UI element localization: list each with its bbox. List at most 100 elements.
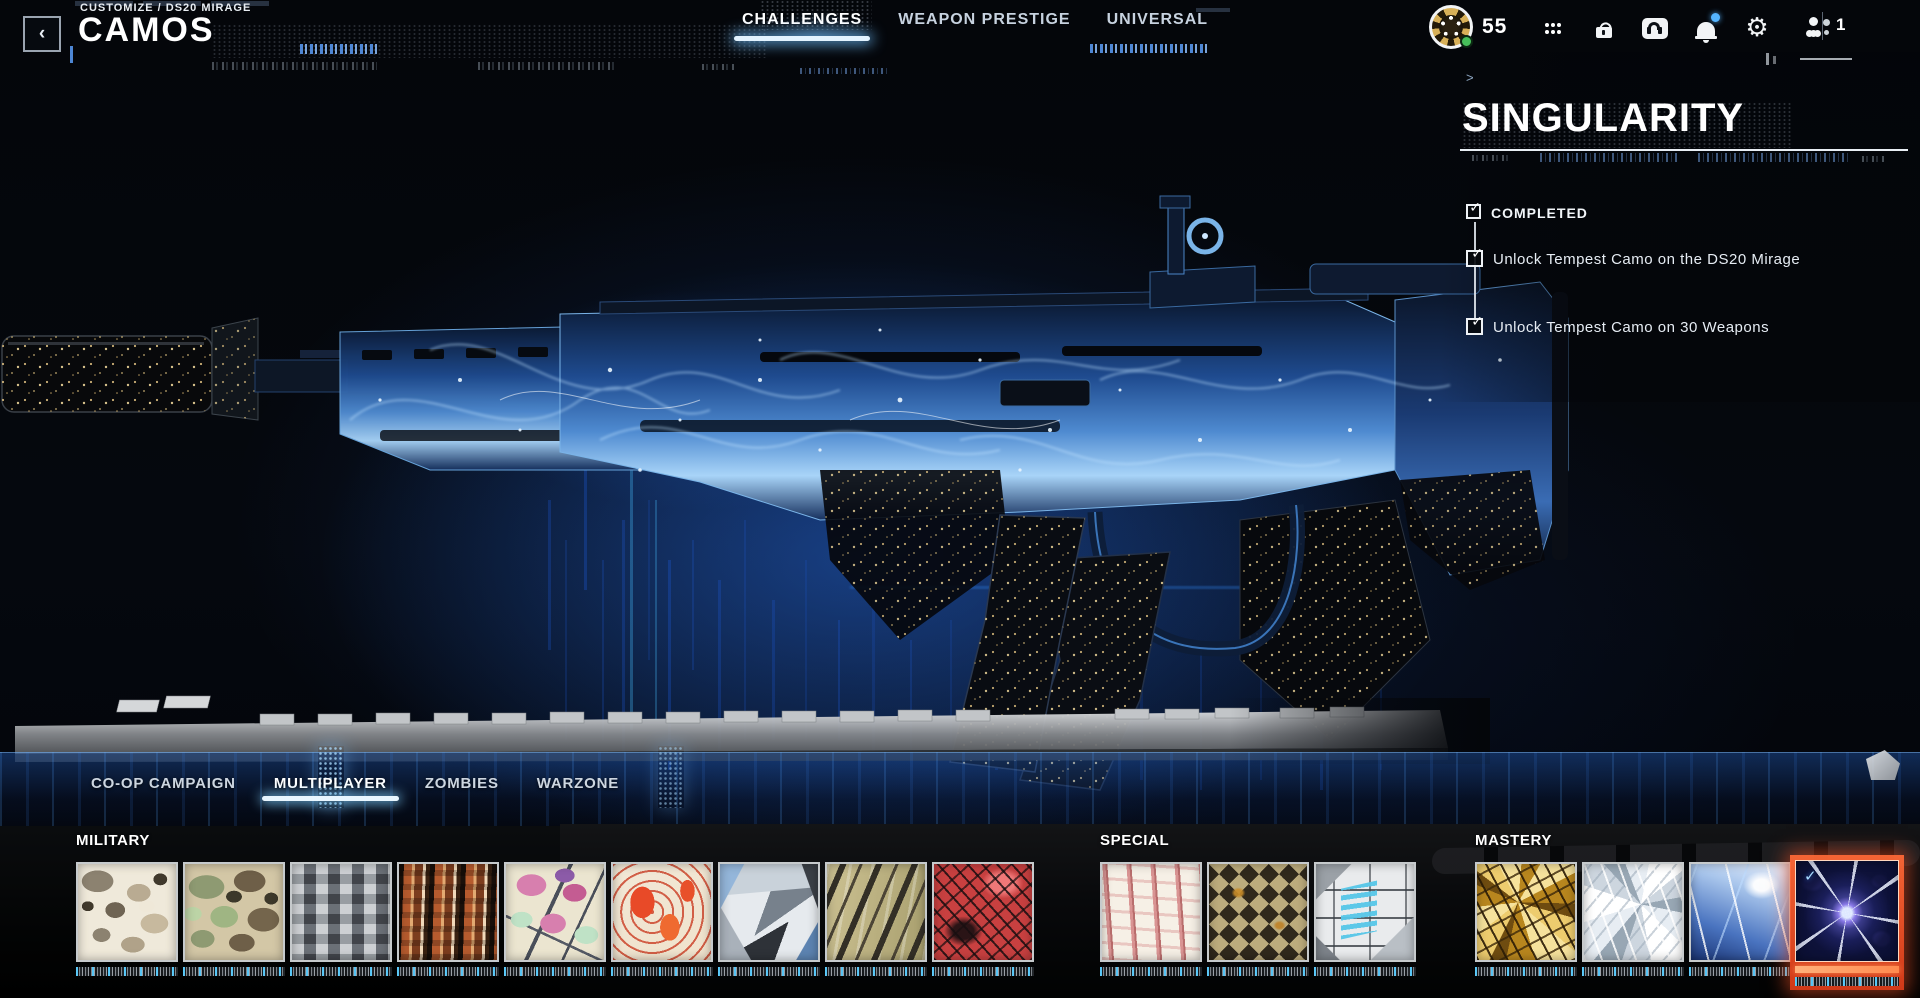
objective-label: Unlock Tempest Camo on 30 Weapons: [1493, 318, 1769, 336]
party-count: 1: [1836, 15, 1845, 35]
objective-checkbox: ✓: [1466, 250, 1483, 267]
camo-tile-serpent-scale[interactable]: [1207, 862, 1309, 976]
bell-icon: [1697, 22, 1715, 37]
glitch-decoration: [1698, 153, 1848, 162]
camo-swatch-spring-bloom: [504, 862, 606, 962]
panel-underline: [1460, 149, 1908, 151]
camo-tile-tempest[interactable]: [1689, 862, 1791, 976]
objective-connector-line: [1474, 222, 1476, 322]
barcode-decoration: [825, 967, 927, 976]
camo-swatch-gold-shatter: [1475, 862, 1577, 962]
barcode-decoration: [1475, 967, 1577, 976]
apps-grid-icon: [1545, 23, 1561, 34]
camo-tile-coral-vein[interactable]: [1100, 862, 1202, 976]
social-button[interactable]: [1805, 13, 1835, 43]
camo-tile-flame-swirl[interactable]: [611, 862, 713, 976]
camo-tile-tiger-stripe[interactable]: [825, 862, 927, 976]
camo-tile-arctic-splotch[interactable]: [76, 862, 178, 976]
glitch-decoration: [212, 62, 377, 70]
gear-icon: ⚙: [1745, 15, 1768, 41]
check-icon: ✓: [1469, 200, 1481, 216]
notifications-button[interactable]: [1691, 13, 1721, 43]
mode-tab-zombies[interactable]: ZOMBIES: [425, 775, 499, 792]
camo-swatch-diamond: [1582, 862, 1684, 962]
camo-tile-copper-bark[interactable]: [397, 862, 499, 976]
glitch-decoration: [478, 62, 618, 70]
barcode-decoration: [397, 967, 499, 976]
objective-checkbox: ✓: [1466, 318, 1483, 335]
camo-tile-urban-digital[interactable]: [290, 862, 392, 976]
challenge-title: SINGULARITY: [1462, 96, 1744, 141]
camo-tile-dark-matter[interactable]: ✓: [1790, 855, 1904, 990]
unlock-padlock-icon: [1596, 27, 1612, 38]
halftone-decoration: [212, 24, 767, 58]
hud-divider: [1822, 12, 1823, 40]
tab-weapon-prestige[interactable]: WEAPON PRESTIGE: [898, 11, 1070, 29]
barcode-decoration: [1314, 967, 1416, 976]
objective-label: Unlock Tempest Camo on the DS20 Mirage: [1493, 250, 1800, 268]
friends-icon: [1806, 17, 1834, 39]
mode-tab-multiplayer[interactable]: MULTIPLAYER: [274, 775, 387, 792]
camo-swatch-arctic-splotch: [76, 862, 178, 962]
camo-tile-row: [76, 862, 1034, 976]
camo-section-special: SPECIAL: [1100, 832, 1416, 976]
mode-tab-warzone[interactable]: WARZONE: [537, 775, 619, 792]
hud-icon-row: ⚙: [1538, 10, 1835, 46]
challenge-status-label: COMPLETED: [1491, 204, 1588, 221]
camo-swatch-circuit-breaker: [1314, 862, 1416, 962]
panel-decoration-line: [1800, 58, 1852, 60]
barcode-decoration: [611, 967, 713, 976]
unlocks-button[interactable]: [1589, 13, 1619, 43]
apps-grid-button[interactable]: [1538, 13, 1568, 43]
player-emblem[interactable]: [1429, 5, 1473, 49]
camos-screen: ‹ CUSTOMIZE / DS20 MIRAGE CAMOS CHALLENG…: [0, 0, 1920, 998]
camo-tile-row: [1100, 862, 1416, 976]
back-button[interactable]: ‹: [23, 16, 61, 52]
glitch-decoration: [702, 64, 736, 70]
objective-item: ✓ Unlock Tempest Camo on 30 Weapons: [1466, 318, 1769, 336]
support-button[interactable]: [1640, 13, 1670, 43]
camo-swatch-crimson-scale: [932, 862, 1034, 962]
camo-tile-woodland[interactable]: [183, 862, 285, 976]
challenge-status: ✓ COMPLETED: [1466, 204, 1588, 221]
camo-section-mastery: MASTERY ✓: [1475, 832, 1898, 990]
glitch-decoration: [800, 68, 890, 74]
tab-universal[interactable]: UNIVERSAL: [1107, 11, 1208, 29]
notification-dot: [1711, 13, 1720, 22]
section-label: MILITARY: [76, 832, 1034, 850]
camo-swatch-copper-bark: [397, 862, 499, 962]
tab-challenges[interactable]: CHALLENGES: [742, 11, 862, 29]
player-level: 55: [1482, 15, 1507, 39]
headset-icon: [1642, 18, 1668, 39]
camo-swatch-flame-swirl: [611, 862, 713, 962]
barcode-decoration: [718, 967, 820, 976]
camo-tile-gold-shatter[interactable]: [1475, 862, 1577, 976]
camo-tile-diamond[interactable]: [1582, 862, 1684, 976]
barcode-decoration: [932, 967, 1034, 976]
camo-tile-crimson-scale[interactable]: [932, 862, 1034, 976]
objective-checkbox: ✓: [1466, 204, 1481, 219]
camo-tile-spring-bloom[interactable]: [504, 862, 606, 976]
camo-swatch-tempest: [1689, 862, 1791, 962]
optic-sight: [1150, 196, 1255, 308]
top-nav: CHALLENGES WEAPON PRESTIGE UNIVERSAL: [742, 11, 1208, 29]
mode-tab-coop-campaign[interactable]: CO-OP CAMPAIGN: [91, 775, 236, 792]
glitch-decoration: [300, 44, 380, 54]
barcode-decoration: [1689, 967, 1791, 976]
barcode-decoration: [1100, 967, 1202, 976]
camo-tile-glacier-shard[interactable]: [718, 862, 820, 976]
glitch-decoration: [1540, 153, 1680, 162]
barcode-decoration: [504, 967, 606, 976]
barcode-decoration: [183, 967, 285, 976]
barcode-decoration: [76, 967, 178, 976]
camo-swatch-glacier-shard: [718, 862, 820, 962]
settings-button[interactable]: ⚙: [1742, 13, 1772, 43]
online-status-dot: [1460, 35, 1473, 48]
light-column: [658, 746, 684, 808]
camo-swatch-serpent-scale: [1207, 862, 1309, 962]
section-label: MASTERY: [1475, 832, 1898, 850]
camo-tile-circuit-breaker[interactable]: [1314, 862, 1416, 976]
barcode-decoration: [290, 967, 392, 976]
panel-decoration-tick: [1773, 56, 1776, 64]
selected-highlight-bar: [1795, 966, 1899, 973]
